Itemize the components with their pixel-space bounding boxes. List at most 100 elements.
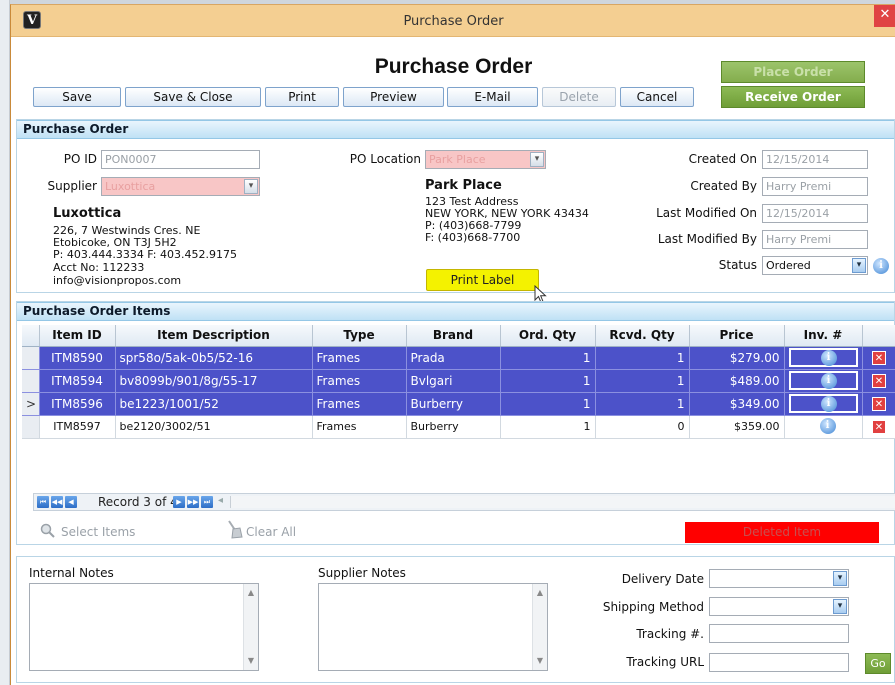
info-icon[interactable]: i — [820, 396, 837, 412]
scroll-down-icon[interactable]: ▼ — [533, 654, 547, 668]
chevron-down-icon[interactable]: ▾ — [833, 571, 847, 586]
brand-cell[interactable]: Bvlgari — [406, 369, 501, 393]
info-icon[interactable]: i — [820, 373, 837, 389]
type-cell[interactable]: Frames — [312, 369, 407, 393]
price-cell[interactable]: $279.00 — [689, 346, 785, 370]
column-header[interactable]: Ord. Qty — [500, 325, 596, 347]
info-icon[interactable]: i — [873, 258, 889, 274]
item-id-cell[interactable]: ITM8597 — [39, 415, 116, 439]
scroll-left-icon[interactable]: ◂ — [218, 495, 223, 506]
rcvd-qty-cell[interactable]: 1 — [595, 392, 690, 416]
shipping-method-select[interactable]: ▾ — [709, 597, 849, 616]
select-items-button[interactable]: Select Items — [61, 525, 135, 539]
ord-qty-cell[interactable]: 1 — [500, 392, 596, 416]
row-indicator[interactable] — [22, 346, 40, 370]
print-label-button[interactable]: Print Label — [426, 269, 539, 291]
po-id-field[interactable]: PON0007 — [101, 150, 260, 169]
ord-qty-cell[interactable]: 1 — [500, 369, 596, 393]
delete-button[interactable]: Delete — [542, 87, 616, 107]
column-header[interactable]: Type — [312, 325, 407, 347]
delete-cell[interactable]: ✕ — [862, 415, 895, 439]
delete-row-icon[interactable]: ✕ — [872, 397, 886, 411]
delete-cell[interactable]: ✕ — [862, 346, 895, 370]
receive-order-button[interactable]: Receive Order — [721, 86, 865, 108]
last-modified-by-field[interactable]: Harry Premi — [762, 230, 868, 249]
next-record-icon[interactable]: ▶ — [173, 496, 185, 508]
internal-notes-textarea[interactable]: ▲ ▼ — [29, 583, 259, 671]
supplier-notes-textarea[interactable]: ▲ ▼ — [318, 583, 548, 671]
first-record-icon[interactable]: ⏮ — [37, 496, 49, 508]
chevron-down-icon[interactable]: ▾ — [833, 599, 847, 614]
scroll-up-icon[interactable]: ▲ — [244, 586, 258, 600]
item-id-cell[interactable]: ITM8590 — [39, 346, 116, 370]
item-description-cell[interactable]: spr58o/5ak-0b5/52-16 — [115, 346, 313, 370]
rcvd-qty-cell[interactable]: 1 — [595, 369, 690, 393]
row-indicator[interactable] — [22, 369, 40, 393]
scroll-down-icon[interactable]: ▼ — [244, 654, 258, 668]
table-row[interactable]: ITM8594 bv8099b/901/8g/55-17 Frames Bvlg… — [22, 369, 895, 393]
column-header[interactable]: Brand — [406, 325, 501, 347]
title-bar[interactable]: V Purchase Order ✕ — [11, 5, 895, 37]
row-indicator[interactable] — [22, 415, 40, 439]
brand-cell[interactable]: Burberry — [406, 415, 501, 439]
table-row[interactable]: ITM8590 spr58o/5ak-0b5/52-16 Frames Prad… — [22, 346, 895, 370]
save-button[interactable]: Save — [33, 87, 121, 107]
place-order-button[interactable]: Place Order — [721, 61, 865, 83]
delete-cell[interactable]: ✕ — [862, 392, 895, 416]
inv-cell[interactable]: i — [784, 369, 863, 393]
column-header[interactable]: Item ID — [39, 325, 116, 347]
status-select[interactable]: Ordered ▾ — [762, 256, 868, 275]
email-button[interactable]: E-Mail — [447, 87, 538, 107]
table-row[interactable]: > ITM8596 be1223/1001/52 Frames Burberry… — [22, 392, 895, 416]
vertical-scrollbar[interactable]: ▲ ▼ — [532, 584, 547, 670]
delivery-date-field[interactable]: ▾ — [709, 569, 849, 588]
item-id-cell[interactable]: ITM8596 — [39, 392, 116, 416]
supplier-select[interactable]: Luxottica ▾ — [101, 177, 260, 196]
scroll-up-icon[interactable]: ▲ — [533, 586, 547, 600]
column-header[interactable]: Inv. # — [784, 325, 863, 347]
price-cell[interactable]: $489.00 — [689, 369, 785, 393]
inv-cell[interactable]: i — [784, 346, 863, 370]
created-on-field[interactable]: 12/15/2014 — [762, 150, 868, 169]
po-location-select[interactable]: Park Place ▾ — [425, 150, 546, 169]
item-description-cell[interactable]: be1223/1001/52 — [115, 392, 313, 416]
delete-cell[interactable]: ✕ — [862, 369, 895, 393]
column-header[interactable]: Item Description — [115, 325, 313, 347]
delete-row-icon[interactable]: ✕ — [872, 374, 886, 388]
type-cell[interactable]: Frames — [312, 415, 407, 439]
preview-button[interactable]: Preview — [343, 87, 444, 107]
table-row[interactable]: ITM8597 be2120/3002/51 Frames Burberry 1… — [22, 415, 895, 439]
clear-all-button[interactable]: Clear All — [246, 525, 296, 539]
ord-qty-cell[interactable]: 1 — [500, 346, 596, 370]
ord-qty-cell[interactable]: 1 — [500, 415, 596, 439]
item-description-cell[interactable]: bv8099b/901/8g/55-17 — [115, 369, 313, 393]
item-description-cell[interactable]: be2120/3002/51 — [115, 415, 313, 439]
delete-row-icon[interactable]: ✕ — [872, 351, 886, 365]
next-page-icon[interactable]: ▶▶ — [187, 496, 199, 508]
info-icon[interactable]: i — [819, 418, 836, 434]
chevron-down-icon[interactable]: ▾ — [530, 152, 544, 167]
price-cell[interactable]: $349.00 — [689, 392, 785, 416]
chevron-down-icon[interactable]: ▾ — [244, 179, 258, 194]
type-cell[interactable]: Frames — [312, 346, 407, 370]
type-cell[interactable]: Frames — [312, 392, 407, 416]
created-by-field[interactable]: Harry Premi — [762, 177, 868, 196]
save-close-button[interactable]: Save & Close — [125, 87, 261, 107]
last-modified-on-field[interactable]: 12/15/2014 — [762, 204, 868, 223]
horizontal-scrollbar[interactable] — [230, 496, 895, 508]
row-indicator[interactable]: > — [22, 392, 40, 416]
vertical-scrollbar[interactable]: ▲ ▼ — [243, 584, 258, 670]
price-cell[interactable]: $359.00 — [689, 415, 785, 439]
brand-cell[interactable]: Prada — [406, 346, 501, 370]
cancel-button[interactable]: Cancel — [620, 87, 694, 107]
column-header[interactable]: Rcvd. Qty — [595, 325, 690, 347]
chevron-down-icon[interactable]: ▾ — [852, 258, 866, 273]
tracking-number-input[interactable] — [709, 624, 849, 643]
delete-row-icon[interactable]: ✕ — [872, 419, 886, 434]
close-icon[interactable]: ✕ — [874, 5, 895, 27]
prev-page-icon[interactable]: ◀◀ — [51, 496, 63, 508]
rcvd-qty-cell[interactable]: 1 — [595, 346, 690, 370]
prev-record-icon[interactable]: ◀ — [65, 496, 77, 508]
rcvd-qty-cell[interactable]: 0 — [595, 415, 690, 439]
inv-cell[interactable]: i — [784, 415, 863, 439]
